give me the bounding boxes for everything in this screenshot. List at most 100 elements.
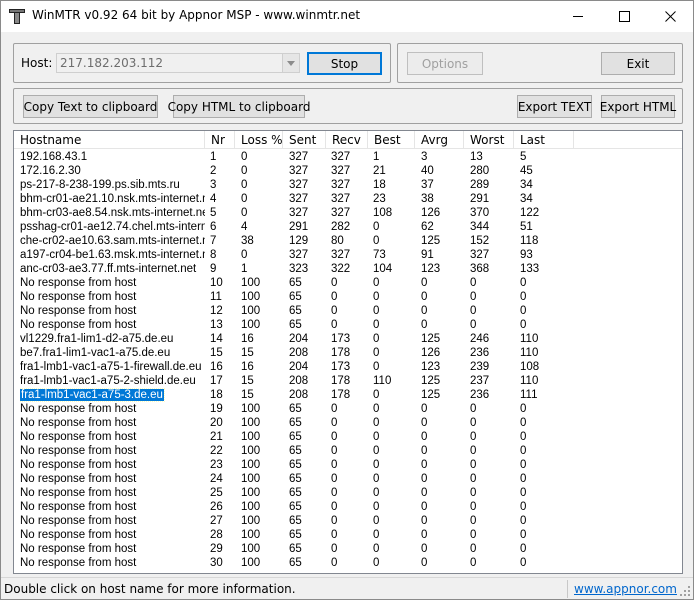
table-row[interactable]: fra1-lmb1-vac1-a75-1-firewall.de.eu 16 16 2… bbox=[14, 360, 682, 374]
cell-loss: 100 bbox=[241, 430, 283, 444]
cell-text: 327 bbox=[289, 151, 309, 163]
table-row[interactable]: bhm-cr03-ae8.54.nsk.mts-internet.net 5 0 32… bbox=[14, 206, 682, 220]
column-header-avrg[interactable]: Avrg bbox=[415, 131, 464, 149]
cell-hostname: No response from host bbox=[20, 486, 205, 500]
cell-text: 0 bbox=[331, 557, 338, 569]
table-row[interactable]: anc-cr03-ae3.77.ff.mts-internet.net 9 1 323… bbox=[14, 262, 682, 276]
table-row[interactable]: No response from host 11 100 65 0 0 0 0 0 bbox=[14, 290, 682, 304]
cell-worst: 0 bbox=[470, 290, 514, 304]
cell-hostname: bhm-cr01-ae21.10.nsk.mts-internet.net bbox=[20, 192, 205, 206]
cell-text: 24 bbox=[210, 473, 223, 485]
table-row[interactable]: psshag-cr01-ae12.74.chel.mts-intern... 6 4… bbox=[14, 220, 682, 234]
cell-text: 0 bbox=[373, 431, 380, 443]
results-table[interactable]: Hostname Nr Loss % Sent Recv Best Avrg Worst Las… bbox=[13, 130, 683, 574]
cell-text: 0 bbox=[520, 319, 527, 331]
cell-avrg: 0 bbox=[421, 528, 464, 542]
cell-hostname: fra1-lmb1-vac1-a75-2-shield.de.eu bbox=[20, 374, 205, 388]
cell-text: 100 bbox=[241, 557, 261, 569]
cell-avrg: 0 bbox=[421, 514, 464, 528]
export-text-button[interactable]: Export TEXT bbox=[517, 95, 592, 118]
cell-text: 27 bbox=[210, 515, 223, 527]
cell-worst: 0 bbox=[470, 514, 514, 528]
table-row[interactable]: a197-cr04-be1.63.msk.mts-internet.net 8 0 3… bbox=[14, 248, 682, 262]
cell-text: 0 bbox=[331, 543, 338, 555]
cell-text: 100 bbox=[241, 277, 261, 289]
cell-sent: 327 bbox=[289, 150, 326, 164]
cell-last: 0 bbox=[520, 500, 574, 514]
cell-best: 18 bbox=[373, 178, 415, 192]
cell-nr: 25 bbox=[210, 486, 235, 500]
table-row[interactable]: No response from host 29 100 65 0 0 0 0 0 bbox=[14, 542, 682, 556]
table-row[interactable]: No response from host 28 100 65 0 0 0 0 0 bbox=[14, 528, 682, 542]
exit-button[interactable]: Exit bbox=[601, 52, 675, 75]
cell-worst: 0 bbox=[470, 500, 514, 514]
minimize-button[interactable] bbox=[555, 1, 601, 32]
table-row[interactable]: No response from host 27 100 65 0 0 0 0 0 bbox=[14, 514, 682, 528]
table-row[interactable]: 192.168.43.1 1 0 327 327 1 3 13 5 bbox=[14, 150, 682, 164]
cell-recv: 327 bbox=[331, 206, 368, 220]
cell-text: 291 bbox=[470, 193, 490, 205]
close-button[interactable] bbox=[647, 1, 693, 32]
cell-text: 0 bbox=[421, 543, 428, 555]
table-row[interactable]: 172.16.2.30 2 0 327 327 21 40 280 45 bbox=[14, 164, 682, 178]
table-row[interactable]: No response from host 20 100 65 0 0 0 0 0 bbox=[14, 416, 682, 430]
table-row[interactable]: ps-217-8-238-199.ps.sib.mts.ru 3 0 327 327 18… bbox=[14, 178, 682, 192]
cell-recv: 173 bbox=[331, 332, 368, 346]
maximize-button[interactable] bbox=[601, 1, 647, 32]
table-row[interactable]: No response from host 24 100 65 0 0 0 0 0 bbox=[14, 472, 682, 486]
cell-text: No response from host bbox=[20, 277, 137, 289]
copy-html-button[interactable]: Copy HTML to clipboard bbox=[168, 95, 310, 118]
appnor-link[interactable]: www.appnor.com bbox=[574, 582, 677, 596]
table-row[interactable]: No response from host 21 100 65 0 0 0 0 0 bbox=[14, 430, 682, 444]
column-header-sent[interactable]: Sent bbox=[283, 131, 326, 149]
cell-hostname: No response from host bbox=[20, 290, 205, 304]
table-row[interactable]: che-cr02-ae10.63.sam.mts-internet.net 7 38… bbox=[14, 234, 682, 248]
table-row-selected[interactable]: fra1-lmb1-vac1-a75-3.de.eu 18 15 208 178 0 125… bbox=[14, 388, 682, 402]
table-row[interactable]: No response from host 13 100 65 0 0 0 0 0 bbox=[14, 318, 682, 332]
cell-text: 0 bbox=[373, 319, 380, 331]
column-header-last[interactable]: Last bbox=[514, 131, 574, 149]
table-row[interactable]: bhm-cr01-ae21.10.nsk.mts-internet.net 4 0 3… bbox=[14, 192, 682, 206]
copy-text-button[interactable]: Copy Text to clipboard bbox=[23, 95, 158, 118]
host-dropdown-button[interactable] bbox=[282, 54, 299, 72]
cell-text: 0 bbox=[520, 417, 527, 429]
column-header-recv[interactable]: Recv bbox=[326, 131, 368, 149]
cell-worst: 0 bbox=[470, 276, 514, 290]
column-header-loss[interactable]: Loss % bbox=[235, 131, 283, 149]
resize-grip-icon[interactable] bbox=[679, 585, 691, 597]
table-row[interactable]: No response from host 25 100 65 0 0 0 0 0 bbox=[14, 486, 682, 500]
cell-text: ps-217-8-238-199.ps.sib.mts.ru bbox=[20, 179, 180, 191]
table-row[interactable]: No response from host 22 100 65 0 0 0 0 0 bbox=[14, 444, 682, 458]
table-row[interactable]: No response from host 19 100 65 0 0 0 0 0 bbox=[14, 402, 682, 416]
cell-text: 0 bbox=[470, 277, 477, 289]
cell-text: 0 bbox=[331, 473, 338, 485]
cell-worst: 0 bbox=[470, 486, 514, 500]
cell-text: 0 bbox=[373, 403, 380, 415]
table-row[interactable]: No response from host 30 100 65 0 0 0 0 0 bbox=[14, 556, 682, 570]
column-header-nr[interactable]: Nr bbox=[205, 131, 235, 149]
table-row[interactable]: No response from host 23 100 65 0 0 0 0 0 bbox=[14, 458, 682, 472]
cell-recv: 0 bbox=[331, 486, 368, 500]
table-row[interactable]: No response from host 10 100 65 0 0 0 0 0 bbox=[14, 276, 682, 290]
host-combobox[interactable]: 217.182.203.112 bbox=[56, 53, 300, 73]
options-button[interactable]: Options bbox=[407, 52, 483, 75]
cell-recv: 322 bbox=[331, 262, 368, 276]
table-row[interactable]: No response from host 12 100 65 0 0 0 0 0 bbox=[14, 304, 682, 318]
table-row[interactable]: No response from host 26 100 65 0 0 0 0 0 bbox=[14, 500, 682, 514]
cell-text: 0 bbox=[373, 417, 380, 429]
table-row[interactable]: be7.fra1-lim1-vac1-a75.de.eu 15 15 208 178 0 1… bbox=[14, 346, 682, 360]
column-header-hostname[interactable]: Hostname bbox=[14, 131, 205, 149]
column-header-best[interactable]: Best bbox=[368, 131, 415, 149]
cell-best: 23 bbox=[373, 192, 415, 206]
cell-text: 0 bbox=[470, 473, 477, 485]
table-row[interactable]: vl1229.fra1-lim1-d2-a75.de.eu 14 16 204 173 0… bbox=[14, 332, 682, 346]
column-header-worst[interactable]: Worst bbox=[464, 131, 514, 149]
table-row[interactable]: fra1-lmb1-vac1-a75-2-shield.de.eu 17 15 208… bbox=[14, 374, 682, 388]
title-bar[interactable]: WinMTR v0.92 64 bit by Appnor MSP - www.… bbox=[1, 1, 693, 32]
stop-button[interactable]: Stop bbox=[307, 52, 382, 75]
cell-loss: 100 bbox=[241, 528, 283, 542]
cell-text: 111 bbox=[520, 389, 538, 401]
cell-hostname: No response from host bbox=[20, 276, 205, 290]
export-html-button[interactable]: Export HTML bbox=[600, 95, 676, 118]
cell-text: 0 bbox=[331, 529, 338, 541]
